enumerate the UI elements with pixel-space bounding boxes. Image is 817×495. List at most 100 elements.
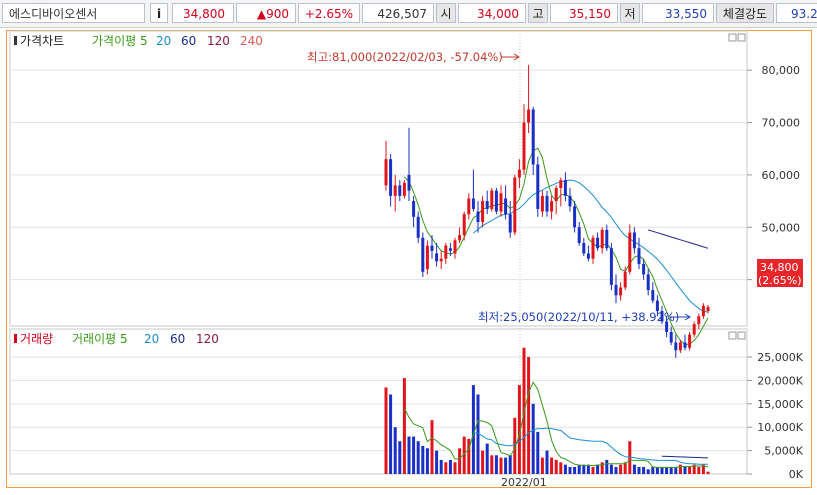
- volume-bar: [439, 459, 443, 474]
- volume-tick-label: 5,000K: [764, 445, 803, 458]
- legend-volume-ma120: 120: [196, 332, 219, 346]
- volume-bar: [646, 469, 650, 474]
- candle-body: [683, 342, 687, 348]
- price-ma20-line: [473, 179, 709, 313]
- candle-body: [582, 242, 586, 254]
- volume-panel-controls[interactable]: [728, 331, 746, 340]
- volume-bar: [563, 464, 567, 474]
- legend-marker: [14, 36, 17, 45]
- volume-bar: [655, 466, 659, 474]
- high-annotation: 최고:81,000(2022/02/03, -57.04%): [307, 50, 503, 64]
- candle-body: [453, 240, 457, 254]
- candle-body: [586, 253, 590, 259]
- candle-body: [573, 206, 577, 228]
- volume-bar: [651, 466, 655, 474]
- volume-bar: [490, 455, 494, 474]
- candle-body: [490, 190, 494, 209]
- volume-bar: [674, 466, 678, 474]
- candle-body: [651, 290, 655, 301]
- volume-bar: [435, 450, 439, 474]
- candle-body: [609, 248, 613, 285]
- candle-body: [642, 263, 646, 275]
- close-icon[interactable]: [737, 331, 746, 340]
- volume-bar: [573, 466, 577, 474]
- volume-bar: [683, 466, 687, 474]
- volume-bar: [596, 464, 600, 474]
- last-price-pct: (2.65%): [758, 274, 802, 287]
- candle-body: [522, 122, 526, 170]
- volume-bar: [458, 448, 462, 474]
- volume-tick-label: 0K: [789, 468, 804, 481]
- candle-body: [550, 201, 554, 212]
- candle-body: [692, 324, 696, 335]
- candle-body: [517, 169, 521, 178]
- candle-body: [596, 237, 600, 249]
- price-tick-label: 60,000: [762, 169, 801, 182]
- candle-body: [448, 248, 452, 251]
- volume-bar: [508, 455, 512, 474]
- stock-chart[interactable]: 가격차트 가격이평 5 20 60 120 240 거래량 거래이평 5 20 …: [0, 0, 817, 495]
- candle-body: [678, 342, 682, 351]
- volume-bar: [402, 378, 406, 474]
- candle-body: [384, 159, 388, 186]
- minimize-icon[interactable]: [728, 331, 737, 340]
- candle-body: [623, 271, 627, 288]
- candle-body: [485, 201, 489, 209]
- last-price-value: 34,800: [760, 261, 799, 274]
- candle-body: [646, 274, 650, 291]
- price-legend: 가격차트 가격이평 5 20 60 120 240: [14, 34, 263, 48]
- close-icon[interactable]: [737, 33, 746, 42]
- candle-body: [462, 214, 466, 236]
- volume-bar: [642, 466, 646, 474]
- candle-body: [504, 198, 508, 215]
- candle-body: [421, 237, 425, 272]
- volume-bar: [384, 387, 388, 474]
- volume-bar: [554, 459, 558, 474]
- volume-bar: [660, 466, 664, 474]
- candle-body: [540, 195, 544, 212]
- candle-body: [407, 174, 411, 191]
- volume-bar: [398, 441, 402, 474]
- price-panel-controls[interactable]: [728, 33, 746, 42]
- volume-bar: [499, 457, 503, 474]
- candle-body: [481, 201, 485, 223]
- legend-price-ma60: 60: [181, 34, 196, 48]
- candle-body: [591, 237, 595, 259]
- candle-body: [527, 109, 531, 123]
- candle-body: [614, 284, 618, 296]
- volume-bar: [430, 420, 434, 474]
- candle-body: [554, 188, 558, 202]
- minimize-icon[interactable]: [728, 33, 737, 42]
- candle-body: [600, 229, 604, 249]
- candle-body: [435, 253, 439, 262]
- price-tick-label: 70,000: [762, 117, 801, 130]
- candle-body: [688, 334, 692, 348]
- candle-body: [669, 332, 673, 343]
- legend-price-ma5: 가격이평 5: [92, 34, 148, 48]
- volume-bar: [577, 464, 581, 474]
- volume-bar: [545, 450, 549, 474]
- legend-volume-ma20: 20: [144, 332, 159, 346]
- volume-bar: [389, 394, 393, 474]
- candle-body: [499, 193, 503, 212]
- volume-bar: [425, 448, 429, 474]
- legend-price-chart: 가격차트: [20, 34, 64, 48]
- candle-body: [628, 232, 632, 272]
- volume-bar: [485, 443, 489, 474]
- price-ma60-line: [648, 229, 709, 249]
- volume-bar: [688, 466, 692, 474]
- candle-body: [706, 306, 710, 312]
- volume-bar: [393, 427, 397, 474]
- volume-bar: [568, 466, 572, 474]
- candle-body: [412, 201, 416, 217]
- volume-legend: 거래량 거래이평 5 20 60 120: [14, 332, 219, 346]
- candle-body: [545, 195, 549, 212]
- volume-bar: [619, 464, 623, 474]
- legend-price-ma240: 240: [240, 34, 263, 48]
- candle-body: [632, 232, 636, 249]
- volume-bar: [527, 357, 531, 474]
- candle-body: [563, 180, 567, 196]
- candle-body: [425, 245, 429, 270]
- candle-body: [697, 316, 701, 325]
- candle-body: [674, 342, 678, 351]
